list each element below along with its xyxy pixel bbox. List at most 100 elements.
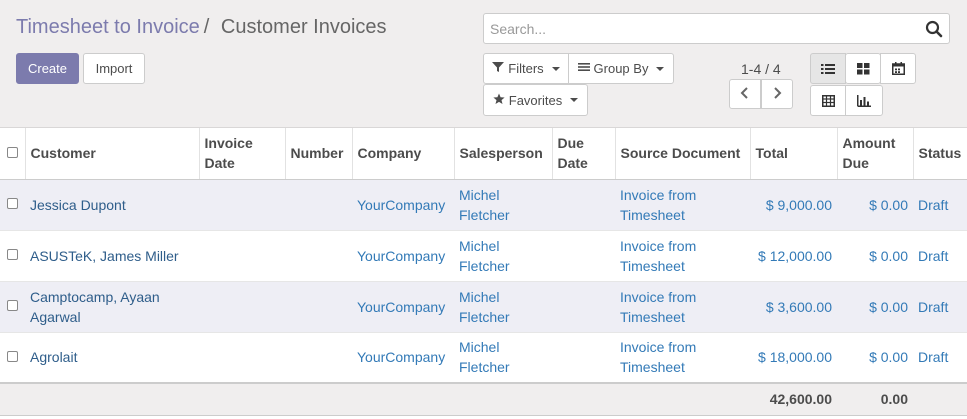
row-checkbox[interactable] xyxy=(7,249,18,261)
list-icon xyxy=(821,63,835,75)
table-header-row: Customer Invoice Date Number Company Sal… xyxy=(0,128,967,180)
breadcrumb: Timesheet to Invoice / Customer Invoices xyxy=(16,16,387,39)
breadcrumb-parent-link[interactable]: Timesheet to Invoice xyxy=(16,16,200,38)
cell-status[interactable]: Draft xyxy=(913,332,967,384)
column-header-salesperson[interactable]: Salesperson xyxy=(454,128,553,180)
list-view-button[interactable] xyxy=(810,53,846,84)
column-header-customer[interactable]: Customer xyxy=(25,128,200,180)
invoice-table: Customer Invoice Date Number Company Sal… xyxy=(0,128,967,416)
column-header-due-date[interactable]: Due Date xyxy=(552,128,616,180)
column-header-company[interactable]: Company xyxy=(352,128,455,180)
search-box xyxy=(483,13,950,44)
cell-amount-due[interactable]: $ 0.00 xyxy=(837,179,913,231)
cell-total[interactable]: $ 3,600.00 xyxy=(750,281,837,333)
favorites-button[interactable]: Favorites xyxy=(483,84,588,116)
cell-customer[interactable]: Camptocamp, Ayaan Agarwal xyxy=(25,281,199,333)
calendar-view-button[interactable] xyxy=(880,53,916,84)
cell-total[interactable]: $ 18,000.00 xyxy=(750,332,837,384)
star-icon xyxy=(493,93,505,108)
table-row[interactable]: ASUSTeK, James Miller YourCompany Michel… xyxy=(0,230,967,282)
footer-cell xyxy=(615,382,750,416)
row-checkbox[interactable] xyxy=(7,351,18,363)
cell-amount-due[interactable]: $ 0.00 xyxy=(837,281,913,333)
footer-cell xyxy=(552,382,615,416)
search-input[interactable] xyxy=(490,20,910,38)
row-select-cell xyxy=(0,281,25,333)
cell-amount-due[interactable]: $ 0.00 xyxy=(837,230,913,282)
column-header-number[interactable]: Number xyxy=(285,128,353,180)
search-icon[interactable] xyxy=(925,20,943,38)
cell-number[interactable] xyxy=(285,230,352,282)
cell-invoice-date[interactable] xyxy=(199,332,285,384)
cell-amount-due[interactable]: $ 0.00 xyxy=(837,332,913,384)
breadcrumb-current: Customer Invoices xyxy=(220,16,387,38)
cell-source-document[interactable]: Invoice from Timesheet xyxy=(615,179,750,231)
column-header-amount-due[interactable]: Amount Due xyxy=(837,128,914,180)
group-by-button[interactable]: Group By xyxy=(568,53,674,84)
cell-total[interactable]: $ 9,000.00 xyxy=(750,179,837,231)
cell-customer[interactable]: ASUSTeK, James Miller xyxy=(25,230,199,282)
cell-status[interactable]: Draft xyxy=(913,281,967,333)
footer-cell xyxy=(352,382,454,416)
row-select-cell xyxy=(0,179,25,231)
row-checkbox[interactable] xyxy=(7,198,18,210)
row-checkbox[interactable] xyxy=(7,300,18,312)
cell-salesperson[interactable]: Michel Fletcher xyxy=(454,230,552,282)
filters-button[interactable]: Filters xyxy=(483,53,569,84)
table-row[interactable]: Jessica Dupont YourCompany Michel Fletch… xyxy=(0,179,967,231)
cell-source-document[interactable]: Invoice from Timesheet xyxy=(615,230,750,282)
cell-company[interactable]: YourCompany xyxy=(352,332,454,384)
cell-number[interactable] xyxy=(285,332,352,384)
bar-chart-icon xyxy=(857,94,871,107)
import-button[interactable]: Import xyxy=(83,53,145,84)
cell-salesperson[interactable]: Michel Fletcher xyxy=(454,179,552,231)
cell-number[interactable] xyxy=(285,281,352,333)
bars-icon xyxy=(577,61,590,76)
pivot-view-button[interactable] xyxy=(810,85,846,116)
kanban-view-button[interactable] xyxy=(845,53,881,84)
cell-due-date[interactable] xyxy=(552,179,615,231)
select-all-cell xyxy=(0,128,26,180)
caret-down-icon xyxy=(656,66,665,71)
pager-previous-button[interactable] xyxy=(729,79,761,109)
footer-cell xyxy=(0,382,25,416)
cell-invoice-date[interactable] xyxy=(199,179,285,231)
favorites-label: Favorites xyxy=(508,92,563,108)
graph-view-button[interactable] xyxy=(845,85,883,116)
cell-invoice-date[interactable] xyxy=(199,281,285,333)
cell-due-date[interactable] xyxy=(552,281,615,333)
pager-next-button[interactable] xyxy=(761,79,793,109)
cell-salesperson[interactable]: Michel Fletcher xyxy=(454,281,552,333)
footer-cell xyxy=(199,382,285,416)
footer-amount-due-sum: 0.00 xyxy=(837,382,913,416)
cell-source-document[interactable]: Invoice from Timesheet xyxy=(615,281,750,333)
cell-customer[interactable]: Agrolait xyxy=(25,332,199,384)
column-header-invoice-date[interactable]: Invoice Date xyxy=(199,128,286,180)
chevron-right-icon xyxy=(772,86,782,102)
group-by-label: Group By xyxy=(593,61,649,76)
cell-total[interactable]: $ 12,000.00 xyxy=(750,230,837,282)
cell-invoice-date[interactable] xyxy=(199,230,285,282)
cell-source-document[interactable]: Invoice from Timesheet xyxy=(615,332,750,384)
cell-due-date[interactable] xyxy=(552,332,615,384)
table-row[interactable]: Agrolait YourCompany Michel Fletcher Inv… xyxy=(0,332,967,384)
cell-customer[interactable]: Jessica Dupont xyxy=(25,179,199,231)
column-header-source-document[interactable]: Source Document xyxy=(615,128,751,180)
cell-number[interactable] xyxy=(285,179,352,231)
cell-due-date[interactable] xyxy=(552,230,615,282)
column-header-status[interactable]: Status xyxy=(913,128,967,180)
kanban-icon xyxy=(856,62,870,75)
cell-company[interactable]: YourCompany xyxy=(352,179,454,231)
create-button[interactable]: Create xyxy=(16,53,79,84)
column-header-total[interactable]: Total xyxy=(750,128,838,180)
table-row[interactable]: Camptocamp, Ayaan Agarwal YourCompany Mi… xyxy=(0,281,967,333)
cell-status[interactable]: Draft xyxy=(913,179,967,231)
cell-company[interactable]: YourCompany xyxy=(352,230,454,282)
cell-status[interactable]: Draft xyxy=(913,230,967,282)
pager-value[interactable]: 1-4 / 4 xyxy=(741,61,781,77)
cell-company[interactable]: YourCompany xyxy=(352,281,454,333)
chevron-left-icon xyxy=(740,86,750,102)
calendar-icon xyxy=(891,62,905,75)
select-all-checkbox[interactable] xyxy=(6,147,18,159)
cell-salesperson[interactable]: Michel Fletcher xyxy=(454,332,552,384)
